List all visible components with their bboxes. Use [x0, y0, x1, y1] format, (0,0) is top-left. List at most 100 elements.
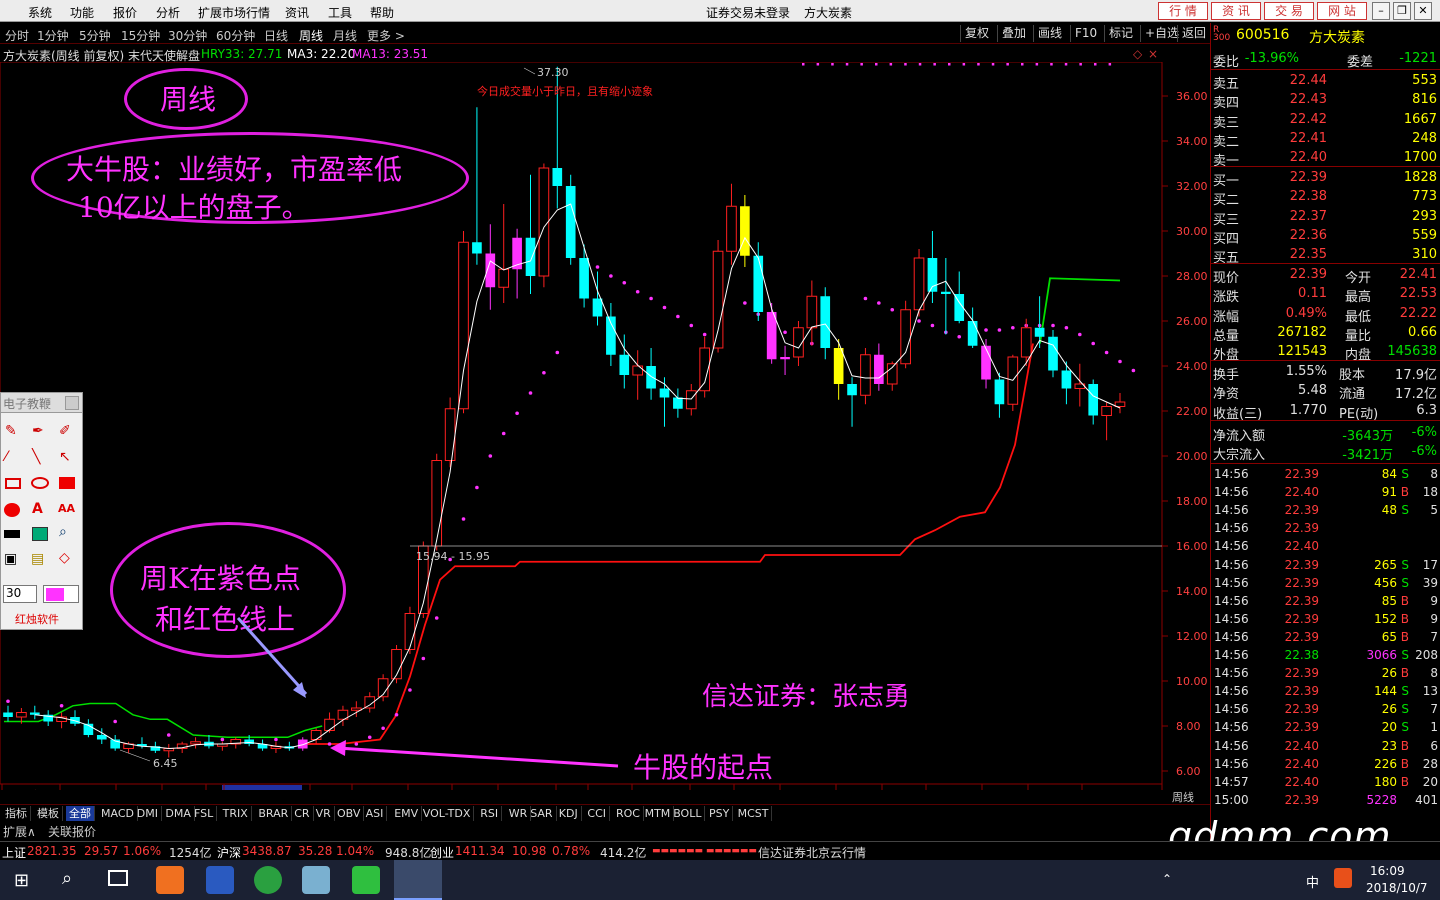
price: 22.39	[1284, 521, 1319, 536]
text-size-icon[interactable]: AA	[58, 502, 75, 515]
indicator-tab[interactable]: EMV	[391, 806, 423, 821]
time: 14:56	[1214, 521, 1249, 536]
windows-start-icon[interactable]: ⊞	[14, 870, 29, 891]
ellipse-icon[interactable]	[31, 477, 49, 489]
indicator-tab[interactable]: OBV	[334, 806, 365, 821]
label: 今开	[1345, 271, 1372, 286]
buy-level-row: 买四 22.36 559	[1211, 227, 1440, 247]
ime-indicator[interactable]: 中	[1306, 872, 1319, 891]
indicator-tab[interactable]: VR	[313, 806, 335, 821]
brush-icon[interactable]: ✐	[59, 423, 71, 439]
diamond-tool-icon[interactable]: ◇	[59, 550, 70, 566]
count: 9	[1430, 593, 1438, 608]
related-quote-tab[interactable]: 关联报价	[48, 823, 96, 840]
marker-icon[interactable]: ⁄	[5, 449, 7, 465]
price: 22.39	[1284, 629, 1319, 644]
filled-rect-icon[interactable]	[59, 477, 75, 489]
buy-level-row: 买二 22.38 773	[1211, 188, 1440, 208]
time: 14:56	[1214, 503, 1249, 518]
hs-value: 3438.87	[242, 844, 292, 858]
time: 14:56	[1214, 702, 1249, 717]
eraser-icon[interactable]: ✎	[5, 423, 17, 439]
time: 14:56	[1214, 684, 1249, 699]
sogou-tray-icon[interactable]	[1334, 868, 1352, 888]
indicator-tab[interactable]: MCST	[735, 806, 773, 821]
screen-icon[interactable]	[32, 527, 48, 541]
tray-expand-icon[interactable]: ⌃	[1162, 872, 1172, 886]
value: 0.11	[1298, 286, 1327, 302]
indicator-tab[interactable]: SAR	[527, 806, 557, 821]
volume: 559	[1412, 227, 1437, 243]
value: 1.55%	[1285, 364, 1327, 379]
arrow-icon[interactable]: ↖	[59, 449, 71, 465]
tick-row: 14:56 22.39 144 S 13	[1211, 683, 1440, 702]
label: 净资	[1213, 387, 1240, 403]
indicator-tab[interactable]: MACD	[98, 806, 138, 821]
annotation-arrows	[236, 616, 619, 768]
trade-tab-button[interactable]: 交 易	[1264, 2, 1314, 20]
indicator-tab[interactable]: KDJ	[556, 806, 582, 821]
restore-icon[interactable]: ❐	[1393, 2, 1411, 20]
line-icon[interactable]: ╲	[32, 449, 40, 465]
indicator-tab[interactable]: PSY	[706, 806, 734, 821]
price: 22.40	[1284, 539, 1319, 554]
indicator-tab[interactable]: 指标	[2, 806, 31, 821]
open-folder-icon[interactable]: ▤	[31, 551, 44, 567]
volume: 65	[1381, 629, 1397, 644]
time: 14:56	[1214, 467, 1249, 481]
time: 14:56	[1214, 539, 1249, 554]
value: 6.3	[1416, 402, 1437, 418]
indicator-tab[interactable]: ASI	[363, 806, 388, 821]
label: 委比	[1213, 55, 1240, 70]
price: 22.39	[1284, 557, 1319, 572]
sh-amount: 1254亿	[169, 846, 212, 860]
tools-close-icon[interactable]	[65, 396, 79, 410]
price: 22.38	[1289, 189, 1327, 205]
indicator-tab[interactable]: BOLL	[670, 806, 706, 821]
price: 22.35	[1289, 247, 1327, 263]
indicator-tab[interactable]: BRAR	[255, 806, 293, 821]
drawing-tools-panel: 电子教鞭 ✎ ✒ ✐ ⁄ ╲ ↖ A AA ⌕ ▣ ▤ ◇ 30 红烛软件	[0, 392, 83, 630]
indicator-tab[interactable]: CR	[291, 806, 314, 821]
ext-toggle[interactable]: 扩展∧	[3, 823, 36, 840]
indicator-tab[interactable]: DMI	[134, 806, 163, 821]
indicator-tab[interactable]: RSI	[477, 806, 503, 821]
news-tab-button[interactable]: 资 讯	[1211, 2, 1261, 20]
app-icon-green[interactable]	[254, 866, 282, 894]
rect-icon[interactable]	[5, 478, 21, 489]
filled-ellipse-icon[interactable]	[4, 503, 20, 517]
indicator-tab[interactable]: ROC	[613, 806, 644, 821]
count: 9	[1430, 611, 1438, 626]
app-icon-blue[interactable]	[206, 866, 234, 894]
magnifier-icon[interactable]: ⌕	[59, 524, 67, 540]
stock-app-icon[interactable]	[394, 860, 442, 900]
wechat-icon[interactable]	[352, 866, 380, 894]
save-icon[interactable]: ▣	[4, 551, 17, 567]
indicator-tab[interactable]: CCI	[584, 806, 610, 821]
indicator-tab[interactable]: VOL-TDX	[420, 806, 475, 821]
minimize-icon[interactable]: –	[1372, 2, 1390, 20]
search-icon[interactable]: ⌕	[62, 868, 72, 889]
app-icon-notes[interactable]	[302, 866, 330, 894]
indicator-tab[interactable]: 全部	[66, 806, 95, 821]
price: 22.39	[1284, 702, 1319, 717]
app-icon-orange[interactable]	[156, 866, 184, 894]
website-tab-button[interactable]: 网 站	[1317, 2, 1367, 20]
task-view-icon[interactable]	[108, 870, 128, 886]
value: -3421万	[1342, 448, 1393, 464]
label: 流通	[1339, 387, 1366, 403]
indicator-tab[interactable]: TRIX	[220, 806, 252, 821]
pen-size-select[interactable]: 30	[3, 585, 37, 603]
volume: 1700	[1403, 150, 1437, 166]
color-picker[interactable]	[43, 585, 79, 603]
black-line-icon[interactable]	[4, 530, 20, 538]
tick-row: 14:56 22.40	[1211, 538, 1440, 557]
pen-icon[interactable]: ✒	[32, 423, 44, 439]
tick-row: 14:56 22.39 152 B 9	[1211, 611, 1440, 630]
stat-row: 涨跌 0.11 最高 22.53	[1211, 285, 1440, 305]
text-icon[interactable]: A	[32, 501, 43, 517]
indicator-tab[interactable]: 模板	[34, 806, 63, 821]
indicator-tab[interactable]: FSL	[191, 806, 218, 821]
volume: 816	[1412, 92, 1437, 108]
close-icon[interactable]: ✕	[1414, 2, 1432, 20]
